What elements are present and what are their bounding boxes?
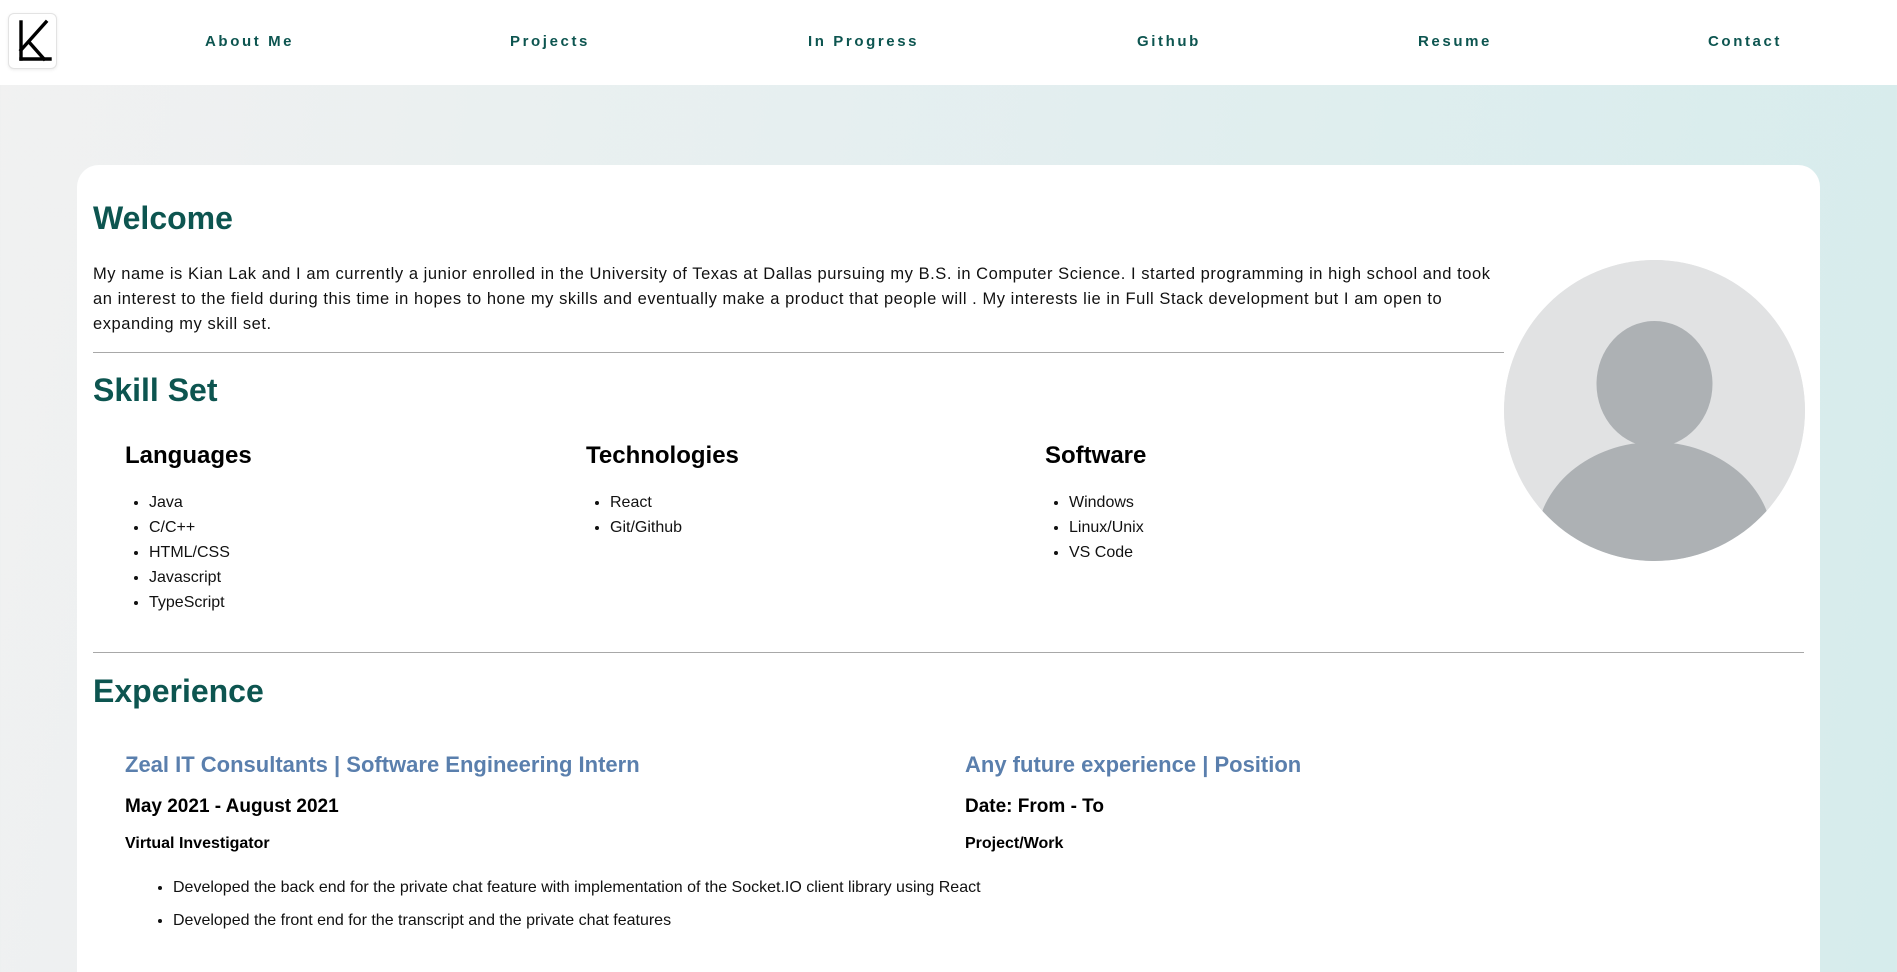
skill-column-technologies: Technologies React Git/Github xyxy=(586,442,739,540)
skill-item: Java xyxy=(149,490,252,515)
top-navbar: About Me Projects In Progress Github Res… xyxy=(0,0,1897,85)
experience-entry: Zeal IT Consultants | Software Engineeri… xyxy=(125,752,993,945)
skill-list: Java C/C++ HTML/CSS Javascript TypeScrip… xyxy=(149,490,252,615)
skill-item: C/C++ xyxy=(149,515,252,540)
skill-column-software: Software Windows Linux/Unix VS Code xyxy=(1045,442,1146,565)
nav-in-progress[interactable]: In Progress xyxy=(808,33,919,50)
experience-bullet: Developed the front end for the transcri… xyxy=(173,912,993,930)
skill-item: HTML/CSS xyxy=(149,540,252,565)
experience-project: Project/Work xyxy=(965,835,1064,852)
experience-title: Zeal IT Consultants | Software Engineeri… xyxy=(125,752,640,777)
experience-title: Any future experience | Position xyxy=(965,752,1302,777)
welcome-heading: Welcome xyxy=(93,200,233,236)
skill-column-languages: Languages Java C/C++ HTML/CSS Javascript… xyxy=(125,442,252,615)
avatar xyxy=(1504,260,1805,561)
experience-heading: Experience xyxy=(93,673,264,709)
experience-project: Virtual Investigator xyxy=(125,835,270,852)
skill-list: React Git/Github xyxy=(610,490,739,540)
nav-projects[interactable]: Projects xyxy=(510,33,590,50)
divider xyxy=(93,652,1804,653)
welcome-text: My name is Kian Lak and I am currently a… xyxy=(93,265,1491,333)
skill-item: Linux/Unix xyxy=(1069,515,1146,540)
experience-bullet: Developed the back end for the private c… xyxy=(173,879,993,897)
skill-title: Software xyxy=(1045,442,1147,469)
nav-contact[interactable]: Contact xyxy=(1708,33,1782,50)
skill-item: TypeScript xyxy=(149,590,252,615)
experience-bullets: Developed the back end for the private c… xyxy=(173,879,993,930)
logo-k-icon[interactable] xyxy=(8,13,57,69)
nav-resume[interactable]: Resume xyxy=(1418,33,1492,50)
skill-title: Technologies xyxy=(586,442,739,469)
skill-list: Windows Linux/Unix VS Code xyxy=(1069,490,1146,565)
divider xyxy=(93,352,1504,353)
skill-item: VS Code xyxy=(1069,540,1146,565)
nav-github[interactable]: Github xyxy=(1137,33,1201,50)
skill-item: React xyxy=(610,490,739,515)
skill-title: Languages xyxy=(125,442,252,469)
nav-about-me[interactable]: About Me xyxy=(205,33,294,50)
skill-item: Git/Github xyxy=(610,515,739,540)
experience-entry: Any future experience | Position Date: F… xyxy=(965,752,1301,879)
skill-item: Javascript xyxy=(149,565,252,590)
experience-date: May 2021 - August 2021 xyxy=(125,796,339,817)
skill-item: Windows xyxy=(1069,490,1146,515)
user-placeholder-icon xyxy=(1504,260,1805,561)
experience-date: Date: From - To xyxy=(965,796,1104,817)
skill-set-heading: Skill Set xyxy=(93,372,218,408)
